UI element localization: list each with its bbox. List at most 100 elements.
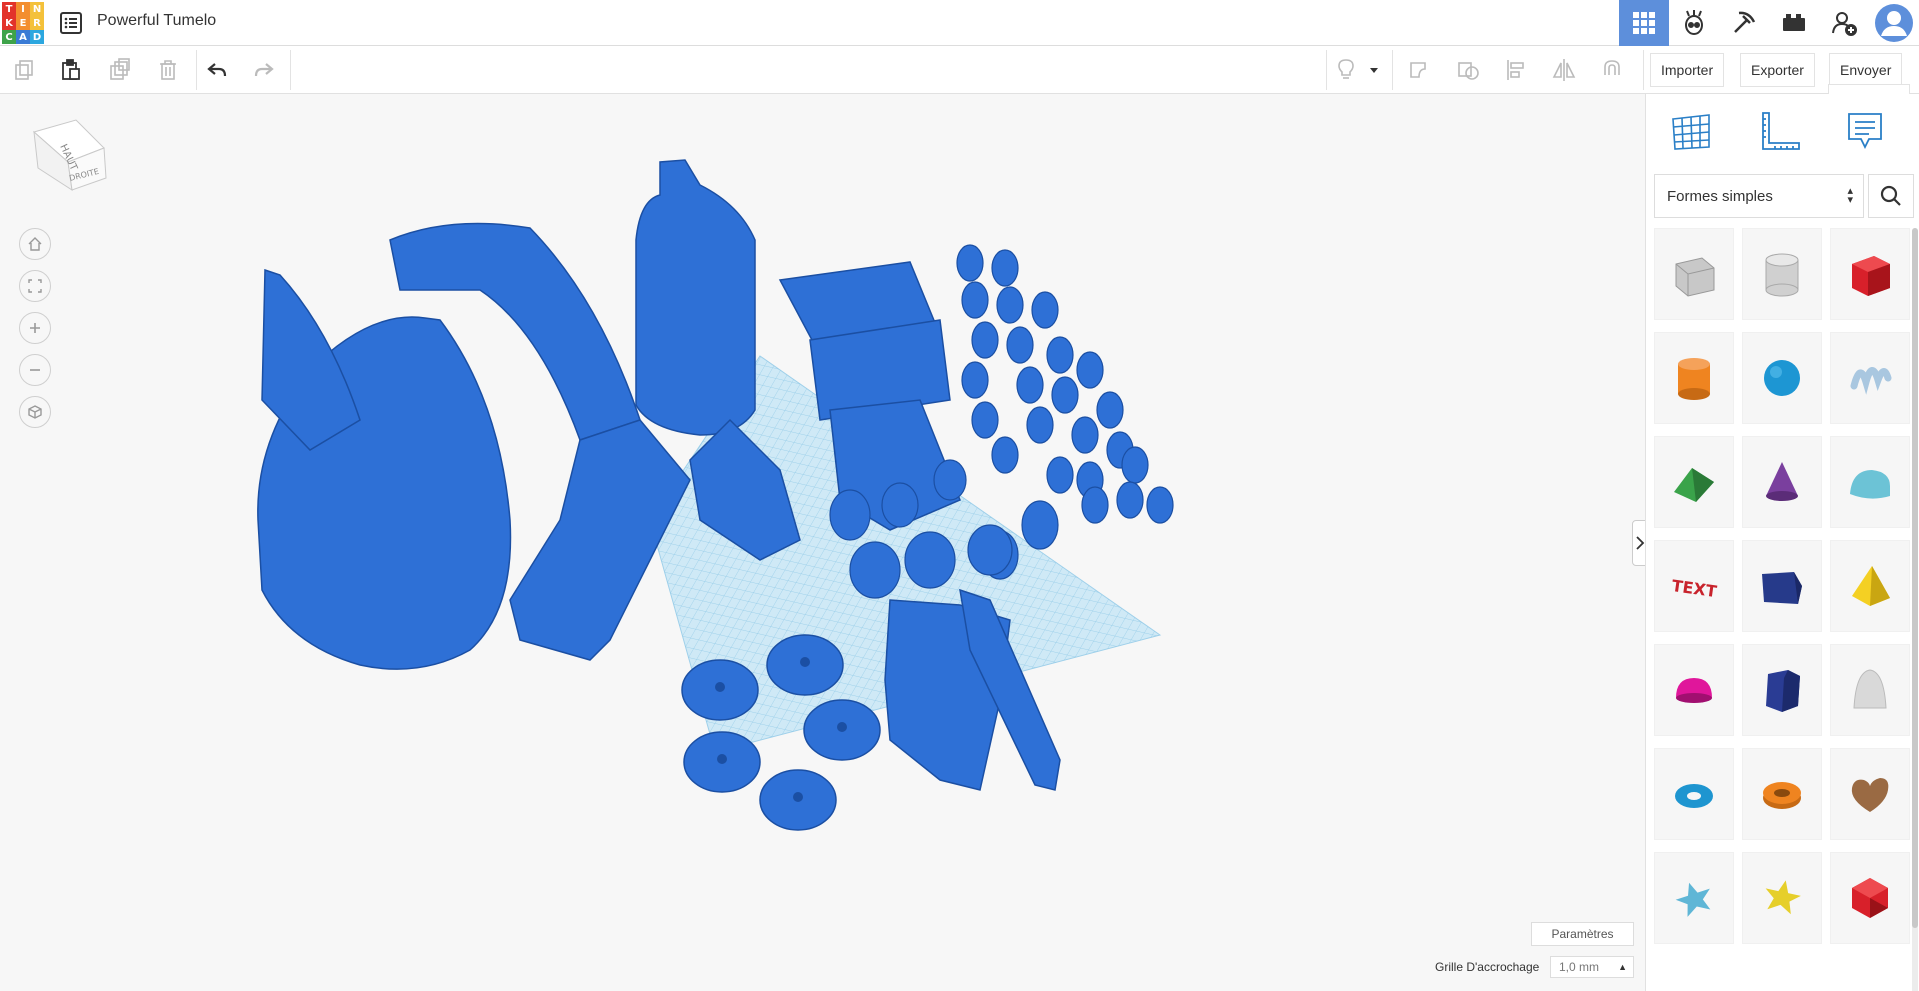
bricks-icon[interactable] (1769, 0, 1819, 46)
shape-half-sphere[interactable] (1654, 644, 1734, 736)
3d-scene[interactable] (0, 94, 1645, 991)
star-icon (1675, 882, 1711, 917)
fit-view-icon[interactable] (19, 270, 51, 302)
cruise-magnet-icon[interactable] (1596, 54, 1628, 86)
home-view-icon[interactable] (19, 228, 51, 260)
shape-library-select[interactable]: Formes simples ▴ ▾ (1654, 174, 1864, 218)
snap-grid-label: Grille D'accrochage (1435, 960, 1540, 974)
shape-tube[interactable] (1742, 748, 1822, 840)
snap-grid-select[interactable]: 1,0 mm ▲ (1550, 956, 1634, 978)
polygon-icon (1766, 670, 1800, 712)
box-hole-icon (1675, 257, 1715, 297)
shapes-scrollbar[interactable] (1912, 228, 1918, 991)
lightbulb-icon[interactable] (1330, 54, 1362, 86)
shape-cylinder[interactable] (1654, 332, 1734, 424)
box-icon (1852, 256, 1890, 296)
shape-star-yellow[interactable] (1742, 852, 1822, 944)
roof-icon (1674, 468, 1714, 502)
scrollbar-thumb[interactable] (1912, 228, 1918, 928)
design-title[interactable]: Powerful Tumelo (97, 12, 216, 30)
shape-star[interactable] (1654, 852, 1734, 944)
shape-paraboloid[interactable] (1830, 644, 1910, 736)
half-sphere-icon (1676, 678, 1712, 703)
wedge-icon (1762, 572, 1802, 604)
toolbar-separator (1643, 50, 1644, 90)
pyramid-icon (1852, 566, 1890, 606)
workplane-viewport[interactable]: HAUT DROITE (0, 94, 1645, 991)
search-icon[interactable] (1868, 174, 1914, 218)
invite-user-icon[interactable] (1819, 0, 1869, 46)
group-icon[interactable] (1404, 54, 1436, 86)
duplicate-icon[interactable] (104, 54, 136, 86)
mirror-icon[interactable] (1548, 54, 1580, 86)
delete-icon[interactable] (152, 54, 184, 86)
tube-icon (1763, 782, 1801, 809)
perspective-view-icon[interactable] (19, 396, 51, 428)
icosahedron-icon (1852, 878, 1888, 918)
shape-scribble[interactable] (1830, 332, 1910, 424)
import-button[interactable]: Importer (1650, 53, 1725, 87)
shape-sphere[interactable] (1742, 332, 1822, 424)
notes-icon[interactable] (1840, 106, 1890, 156)
3d-design-view-icon[interactable] (1619, 0, 1669, 46)
shape-heart[interactable] (1830, 748, 1910, 840)
scribble-icon (1850, 367, 1892, 395)
toolbar-separator (290, 50, 291, 90)
shape-library-value: Formes simples (1667, 187, 1773, 205)
torus-icon (1675, 784, 1713, 808)
view-cube[interactable]: HAUT DROITE (28, 118, 108, 208)
send-to-button[interactable]: Envoyer (1829, 53, 1903, 87)
circuits-icon[interactable] (1669, 0, 1719, 46)
export-button[interactable]: Exporter (1740, 53, 1815, 87)
sphere-icon (1764, 360, 1800, 396)
logo-letter: D (30, 30, 44, 44)
minecraft-pickaxe-icon[interactable] (1719, 0, 1769, 46)
shape-text[interactable]: TEXT (1654, 540, 1734, 632)
avatar-icon[interactable] (1869, 0, 1919, 46)
shape-cylinder-hole[interactable] (1742, 228, 1822, 320)
undo-icon[interactable] (201, 54, 233, 86)
text-icon: TEXT (1671, 576, 1718, 601)
lightbulb-dropdown-icon[interactable] (1364, 54, 1384, 86)
align-icon[interactable] (1500, 54, 1532, 86)
redo-icon[interactable] (248, 54, 280, 86)
caret-up-icon: ▲ (1618, 962, 1627, 972)
zoom-in-icon[interactable] (19, 312, 51, 344)
star-yellow-icon (1765, 880, 1801, 915)
shape-box-hole[interactable] (1654, 228, 1734, 320)
shape-torus[interactable] (1654, 748, 1734, 840)
shape-polygon[interactable] (1742, 644, 1822, 736)
shape-pyramid[interactable] (1830, 540, 1910, 632)
heart-icon (1851, 778, 1889, 812)
toolbar-separator (196, 50, 197, 90)
logo-letter: R (30, 16, 44, 30)
shape-icosahedron[interactable] (1830, 852, 1910, 944)
zoom-out-icon[interactable] (19, 354, 51, 386)
workplane-icon[interactable] (1666, 106, 1716, 156)
settings-button[interactable]: Paramètres (1531, 922, 1634, 946)
cylinder-icon (1678, 358, 1710, 400)
ungroup-icon[interactable] (1452, 54, 1484, 86)
paste-icon[interactable] (55, 54, 87, 86)
toolbar-separator (1392, 50, 1393, 90)
cylinder-part[interactable] (635, 159, 756, 436)
top-nav (1619, 0, 1919, 46)
tinkercad-logo[interactable]: TINKERCAD (2, 2, 44, 44)
shape-wedge[interactable] (1742, 540, 1822, 632)
round-roof-icon (1850, 470, 1890, 499)
logo-letter: T (2, 2, 16, 16)
logo-letter: N (30, 2, 44, 16)
top-bar: TINKERCAD Powerful Tumelo (0, 0, 1919, 46)
shape-round-roof[interactable] (1830, 436, 1910, 528)
ruler-icon[interactable] (1754, 106, 1804, 156)
copy-icon[interactable] (8, 54, 40, 86)
logo-letter: C (2, 30, 16, 44)
shapes-panel: Formes simples ▴ ▾ TEXT (1645, 94, 1919, 991)
toolbar-separator (1326, 50, 1327, 90)
logo-letter: A (16, 30, 30, 44)
shape-roof[interactable] (1654, 436, 1734, 528)
design-list-icon[interactable] (58, 10, 84, 36)
shape-box[interactable] (1830, 228, 1910, 320)
shape-cone[interactable] (1742, 436, 1822, 528)
svg-text:TEXT: TEXT (1671, 576, 1718, 601)
